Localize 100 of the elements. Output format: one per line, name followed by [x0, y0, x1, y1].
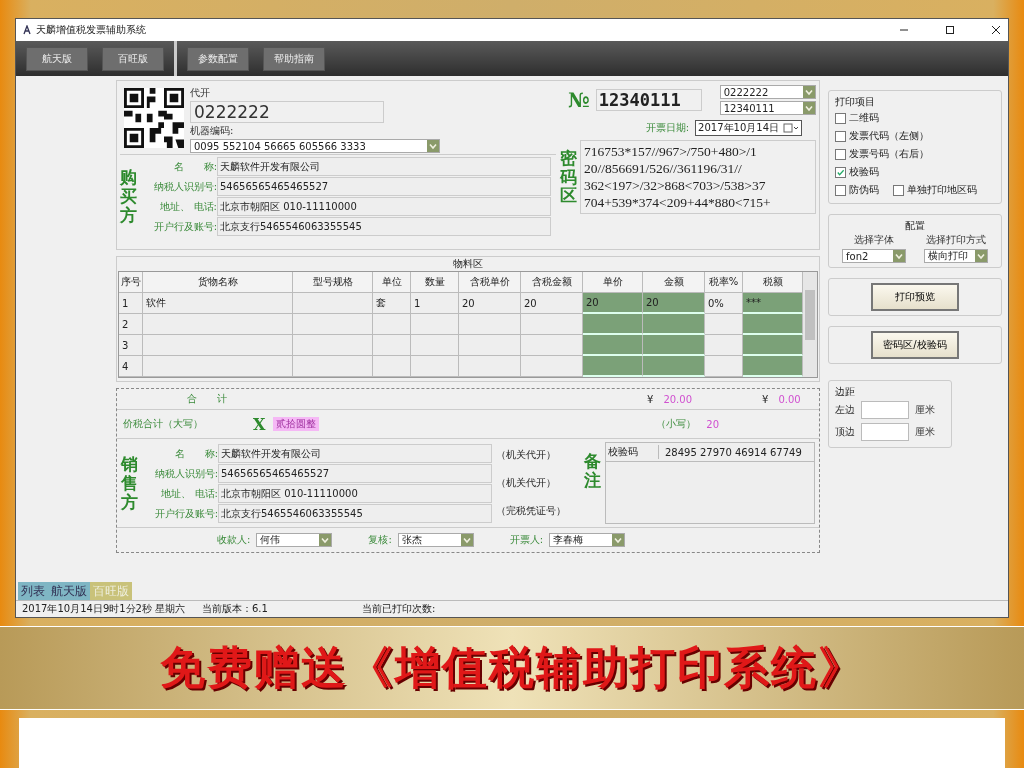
- toolbar-button[interactable]: 参数配置: [187, 46, 249, 71]
- column-header: 税率%: [705, 272, 743, 293]
- field-label: 收款人:: [217, 533, 251, 547]
- field-label: 价税合计（大写）: [123, 417, 203, 431]
- table-cell: [705, 356, 743, 377]
- checkbox[interactable]: 单独打印地区码: [893, 183, 977, 197]
- tab[interactable]: 航天版: [48, 582, 90, 600]
- column-header: 单价: [583, 272, 643, 293]
- field-label: 顶边: [835, 425, 855, 439]
- field-label: 开户行及账号:: [153, 506, 218, 521]
- name-dropdown[interactable]: 李春梅: [549, 533, 626, 547]
- field-label: 开户行及账号:: [152, 219, 217, 234]
- unit-label: 厘米: [915, 403, 935, 417]
- status-text: 2017年10月14日9时1分2秒 星期六: [22, 602, 187, 616]
- group-title: 打印项目: [835, 95, 876, 109]
- dropdown-arrow-icon: [460, 534, 473, 546]
- field-label: 校验码: [606, 445, 659, 459]
- note-label: （机关代开）: [496, 476, 557, 490]
- amount-in-figures: 20: [706, 418, 719, 430]
- table-cell: [743, 314, 803, 335]
- table-cell: [583, 314, 643, 335]
- cross-mark: X: [253, 414, 266, 434]
- font-dropdown[interactable]: fon2: [842, 249, 906, 263]
- dropdown-arrow-icon: [427, 140, 439, 152]
- table-cell: 2: [119, 314, 143, 335]
- margin-input[interactable]: [861, 401, 909, 419]
- table-cell: 20: [583, 293, 643, 314]
- table-cell: 20: [459, 293, 521, 314]
- section-title: 购买方: [120, 168, 137, 225]
- column-header: 单位: [373, 272, 411, 293]
- checkbox[interactable]: 发票代码（左侧）: [835, 129, 995, 143]
- close-icon[interactable]: [990, 24, 1002, 36]
- dropdown-arrow-icon: [975, 250, 987, 262]
- note-label: （机关代开）: [496, 448, 557, 462]
- table-cell: [743, 356, 803, 377]
- remarks-box[interactable]: 校验码 28495 27970 46914 67749: [605, 442, 815, 524]
- margin-input[interactable]: [861, 423, 909, 441]
- column-header: 型号规格: [293, 272, 373, 293]
- dropdown-arrow-icon: [802, 102, 815, 114]
- toolbar-button[interactable]: 航天版: [26, 46, 88, 71]
- action-button[interactable]: 打印预览: [871, 283, 959, 311]
- field-value: 北京市朝阳区 010-11110000: [218, 484, 492, 503]
- code-dropdown[interactable]: 0222222: [719, 85, 816, 99]
- field-label: （小写）: [656, 417, 697, 431]
- toolbar-button[interactable]: 百旺版: [102, 46, 164, 71]
- checkbox[interactable]: 发票号码（右后）: [835, 147, 995, 161]
- checkbox[interactable]: 校验码: [835, 165, 995, 179]
- toolbar-button[interactable]: 帮助指南: [263, 46, 325, 71]
- column-header: 数量: [411, 272, 459, 293]
- field-label: 名 称:: [173, 446, 218, 461]
- field-value: 北京支行5465546063355545: [217, 217, 551, 236]
- column-header: 税额: [743, 272, 803, 293]
- field-label: 机器编码:: [190, 124, 235, 138]
- table-cell: 软件: [143, 293, 293, 314]
- field-label: 名 称:: [172, 159, 217, 174]
- table-cell: [521, 335, 583, 356]
- checkbox[interactable]: 防伪码: [835, 183, 879, 197]
- action-button[interactable]: 密码区/校验码: [871, 331, 959, 359]
- table-cell: [583, 356, 643, 377]
- field-label: 地址、 电话:: [159, 199, 217, 214]
- invoice-code: 0222222: [190, 101, 384, 123]
- field-value: 天麟软件开发有限公司: [218, 444, 492, 463]
- note-label: （完税凭证号）: [496, 504, 567, 518]
- table-cell: [643, 335, 705, 356]
- field-label: 代开: [190, 86, 211, 100]
- app-icon: [22, 25, 32, 35]
- name-dropdown[interactable]: 张杰: [397, 533, 474, 547]
- machine-code-dropdown[interactable]: 0095 552104 56665 605566 3333: [190, 139, 440, 153]
- table-cell: [643, 356, 705, 377]
- currency-sign: ¥: [647, 393, 654, 405]
- table-cell: [373, 335, 411, 356]
- section-title: 销售方: [121, 455, 138, 512]
- date-picker[interactable]: 2017年10月14日: [695, 120, 802, 136]
- scrollbar[interactable]: [803, 272, 817, 377]
- table-cell: [373, 356, 411, 377]
- amount-in-words: 贰拾圆整: [273, 417, 320, 431]
- field-label: 地址、 电话:: [160, 486, 218, 501]
- table-cell: 0%: [705, 293, 743, 314]
- checkbox[interactable]: 二维码: [835, 111, 995, 125]
- section-title: 密码区: [560, 148, 577, 206]
- field-label: 开票人:: [509, 533, 544, 547]
- currency-sign: ¥: [762, 393, 769, 405]
- number-sign: №: [568, 88, 590, 112]
- dropdown-arrow-icon: [319, 534, 332, 546]
- status-text: 当前已打印次数:: [362, 602, 437, 616]
- table-cell: [583, 335, 643, 356]
- dropdown-arrow-icon: [893, 250, 905, 262]
- status-text: 当前版本：6.1: [202, 602, 269, 616]
- name-dropdown[interactable]: 何伟: [256, 533, 333, 547]
- dropdown-arrow-icon: [802, 86, 815, 98]
- invoice-number: 12340111: [595, 89, 702, 111]
- total-tax: 0.00: [778, 393, 801, 405]
- unit-label: 厘米: [915, 425, 935, 439]
- maximize-icon[interactable]: [944, 24, 956, 36]
- tab[interactable]: 列表: [18, 582, 48, 600]
- totals-label: 合 计: [187, 392, 227, 406]
- section-title: 备注: [584, 452, 601, 490]
- print-mode-dropdown[interactable]: 横向打印: [924, 249, 988, 263]
- number-dropdown[interactable]: 12340111: [719, 101, 816, 115]
- table-cell: ***: [743, 293, 803, 314]
